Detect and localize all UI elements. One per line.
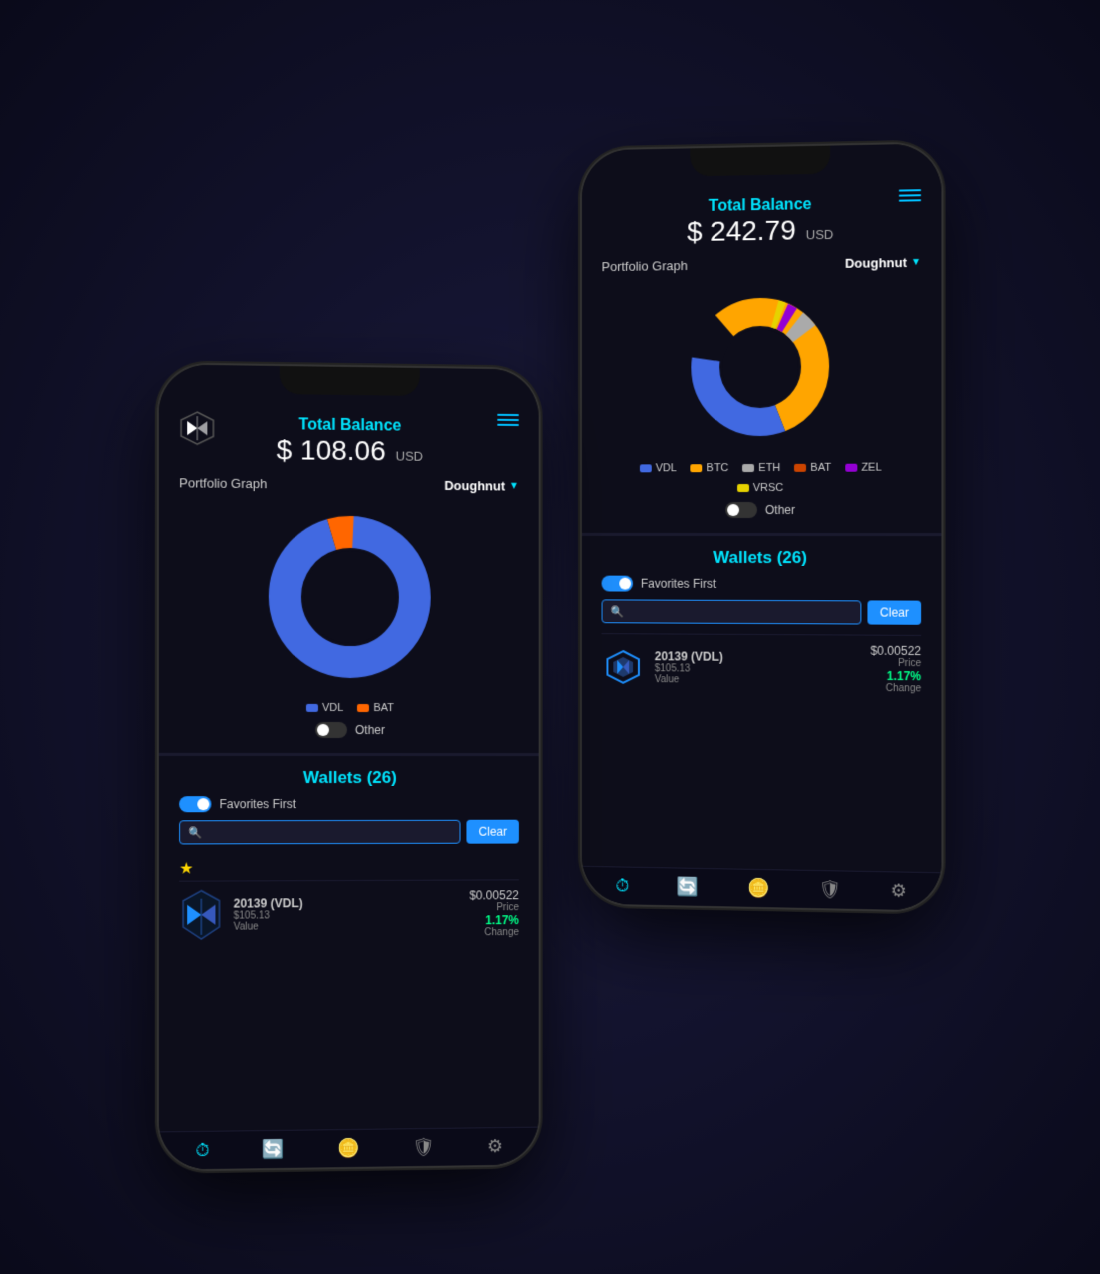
legend-back: VDL BTC ETH BAT ZEL VRSC <box>602 456 922 499</box>
balance-dollar-front: $ 108.06 <box>277 434 386 467</box>
refresh-icon-front: 🔄 <box>262 1139 285 1160</box>
chart-container-back <box>602 275 922 458</box>
nav-dashboard-back[interactable]: ⏱ <box>616 875 630 896</box>
wallet-price-col-front: $0.00522 Price 1.17% Change <box>469 888 519 938</box>
nav-shield-front[interactable]: 🛡 <box>412 1137 435 1158</box>
chart-type-arrow-front: ▼ <box>509 481 519 492</box>
portfolio-label-front: Portfolio Graph <box>179 475 267 491</box>
nav-shield-back[interactable]: 🛡 <box>818 879 841 901</box>
vdl-icon-front: 🪙 <box>338 1138 360 1159</box>
phone-back-screen: Total Balance $ 242.79 USD Portfolio Gra… <box>582 143 942 910</box>
chart-container-front <box>179 495 519 697</box>
balance-dollar-back: $ 242.79 <box>687 214 796 248</box>
phone-front: Total Balance $ 108.06 USD Portfolio Gra… <box>159 364 539 1169</box>
legend-front: VDL BAT <box>179 697 519 720</box>
favorites-toggle-front[interactable] <box>179 796 211 812</box>
search-input-back[interactable] <box>630 604 853 619</box>
bottom-nav-front: ⏱ 🔄 🪙 🛡 ⚙ <box>159 1127 539 1170</box>
other-toggle-front: Other <box>179 722 519 738</box>
wallet-item-front[interactable]: 20139 (VDL) $105.13 Value $0.00522 Price <box>179 879 519 948</box>
other-toggle-back: Other <box>602 502 922 518</box>
favorites-label-back: Favorites First <box>641 577 716 591</box>
portfolio-label-back: Portfolio Graph <box>602 258 688 274</box>
search-input-front[interactable] <box>208 825 452 840</box>
nav-refresh-back[interactable]: 🔄 <box>677 876 699 897</box>
search-icon-front: 🔍 <box>188 826 202 839</box>
phone-front-screen: Total Balance $ 108.06 USD Portfolio Gra… <box>159 364 539 1169</box>
other-toggle-switch-front[interactable] <box>315 722 347 738</box>
phone-back: Total Balance $ 242.79 USD Portfolio Gra… <box>582 143 942 910</box>
wallet-logo-back <box>602 645 645 689</box>
nav-dashboard-front[interactable]: ⏱ <box>195 1140 209 1161</box>
chart-type-btn-front[interactable]: Doughnut ▼ <box>444 478 519 494</box>
wallet-info-back: 20139 (VDL) $105.13 Value <box>655 649 861 687</box>
wallet-info-front: 20139 (VDL) $105.13 Value <box>234 896 460 933</box>
total-balance-label-front: Total Balance <box>299 416 402 435</box>
shield-icon-front: 🛡 <box>412 1137 435 1158</box>
balance-currency-front: USD <box>396 449 423 464</box>
clear-button-back[interactable]: Clear <box>868 600 921 624</box>
app-logo-front <box>179 410 215 447</box>
menu-icon-back[interactable] <box>899 189 921 201</box>
nav-settings-front[interactable]: ⚙ <box>487 1136 503 1157</box>
nav-refresh-front[interactable]: 🔄 <box>262 1139 285 1160</box>
total-balance-amount-front: $ 108.06 USD <box>277 434 423 468</box>
wallet-name-front: 20139 (VDL) <box>234 896 460 911</box>
other-toggle-switch-back[interactable] <box>725 502 757 518</box>
vdl-icon-back: 🪙 <box>748 878 770 899</box>
phones-container: Total Balance $ 242.79 USD Portfolio Gra… <box>100 87 1000 1187</box>
nav-settings-back[interactable]: ⚙ <box>890 880 906 901</box>
bottom-nav-back: ⏱ 🔄 🪙 🛡 ⚙ <box>582 866 942 911</box>
wallet-logo-front <box>179 893 223 937</box>
wallet-name-back: 20139 (VDL) <box>655 649 861 664</box>
settings-icon-front: ⚙ <box>487 1136 503 1157</box>
favorites-label-front: Favorites First <box>219 797 295 811</box>
total-balance-label-back: Total Balance <box>709 196 812 216</box>
chart-type-btn-back[interactable]: Doughnut ▼ <box>845 255 921 271</box>
settings-icon-back: ⚙ <box>890 880 906 901</box>
shield-icon-back: 🛡 <box>818 879 841 901</box>
favorites-toggle-back[interactable] <box>602 576 633 592</box>
wallet-item-back[interactable]: 20139 (VDL) $105.13 Value $0.00522 Price <box>602 633 922 702</box>
search-icon-back: 🔍 <box>610 605 623 618</box>
wallet-value-back: $105.13 <box>655 663 861 676</box>
nav-vdl-front[interactable]: 🪙 <box>338 1138 360 1159</box>
search-input-wrap-front: 🔍 <box>179 820 461 845</box>
dashboard-icon-front: ⏱ <box>195 1140 209 1161</box>
wallets-title-front: Wallets (26) <box>179 768 519 788</box>
refresh-icon-back: 🔄 <box>677 876 699 897</box>
dashboard-icon-back: ⏱ <box>616 875 630 896</box>
search-input-wrap-back: 🔍 <box>602 599 862 624</box>
phone-back-notch <box>690 146 830 177</box>
wallet-price-col-back: $0.00522 Price 1.17% Change <box>870 644 921 695</box>
total-balance-amount-back: $ 242.79 USD <box>687 214 833 248</box>
balance-currency-back: USD <box>806 227 834 242</box>
chart-type-arrow-back: ▼ <box>911 257 921 268</box>
clear-button-front[interactable]: Clear <box>467 820 519 844</box>
phone-front-notch <box>280 366 420 396</box>
wallets-title-back: Wallets (26) <box>602 548 922 569</box>
menu-icon-front[interactable] <box>497 414 519 426</box>
favorite-star-front[interactable]: ★ <box>179 861 193 878</box>
nav-vdl-back[interactable]: 🪙 <box>748 878 770 899</box>
